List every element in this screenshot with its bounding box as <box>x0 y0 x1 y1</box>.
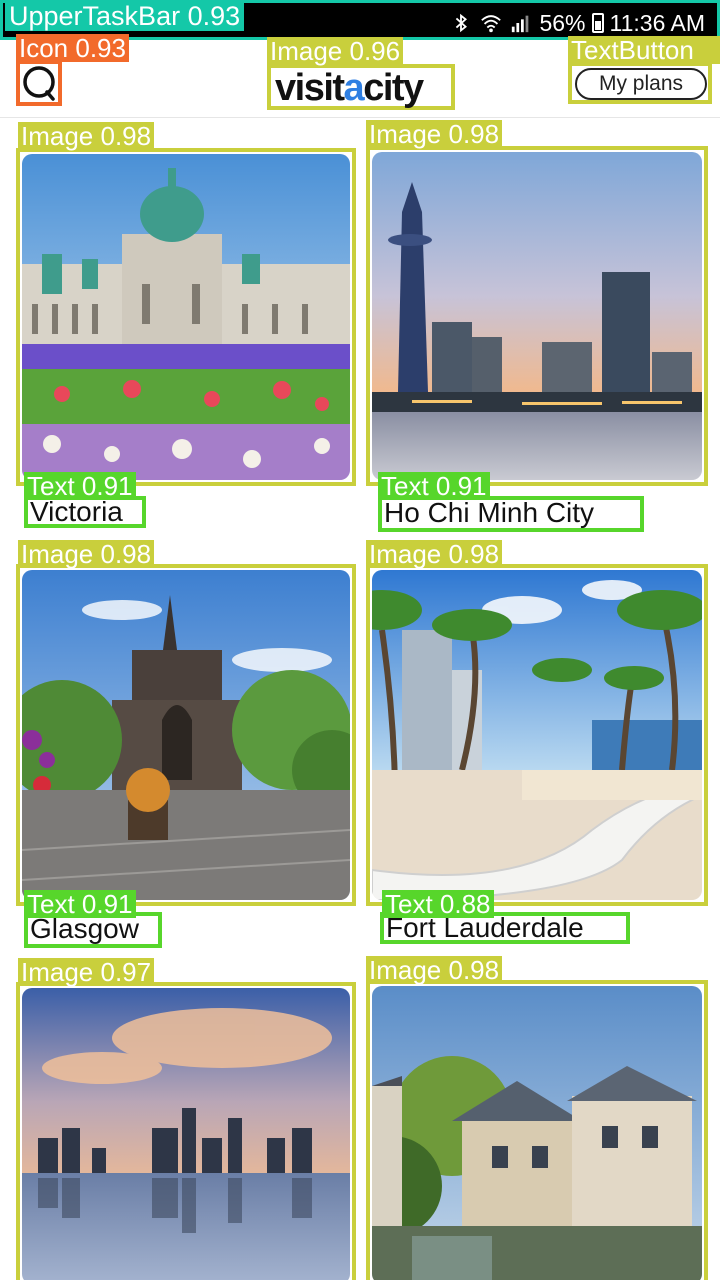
image-detection-label: Image 0.98 <box>18 540 155 568</box>
destination-image-ho-chi-minh-city <box>372 152 702 480</box>
clock: 11:36 AM <box>609 9 705 36</box>
destination-image-skyline <box>22 988 350 1280</box>
destination-image-fort-lauderdale <box>372 570 702 900</box>
battery-icon <box>591 13 604 33</box>
image-detection-label: Image 0.98 <box>18 122 155 150</box>
destination-image-glasgow <box>22 570 350 900</box>
text-detection-label: Text 0.91 <box>24 472 136 500</box>
image-detection-label: Image 0.98 <box>366 956 503 984</box>
destination-name[interactable]: Victoria <box>28 497 125 527</box>
status-bar-detection-label: UpperTaskBar 0.93 <box>5 1 245 31</box>
destination-card-skyline[interactable] <box>16 982 356 1280</box>
destination-name[interactable]: Ho Chi Minh City <box>382 498 596 528</box>
my-plans-button[interactable]: My plans <box>575 68 707 100</box>
logo[interactable]: visitacity <box>267 64 455 110</box>
search-icon <box>23 66 55 101</box>
image-detection-label: Image 0.98 <box>366 120 503 148</box>
signal-icon <box>512 15 529 33</box>
battery-percent: 56% <box>539 9 586 36</box>
destination-card-glasgow[interactable] <box>16 564 356 906</box>
search-button[interactable] <box>16 60 62 106</box>
text-detection-label: Text 0.91 <box>24 890 136 918</box>
my-plans-frame: My plans <box>568 62 712 104</box>
search-detection-label: Icon 0.93 <box>16 34 129 62</box>
bluetooth-icon <box>456 13 468 33</box>
destination-card-victoria[interactable] <box>16 148 356 486</box>
destination-image-village <box>372 986 702 1280</box>
wifi-icon <box>481 15 502 33</box>
destination-image-victoria <box>22 154 350 480</box>
logo-detection-label: Image 0.96 <box>267 37 404 65</box>
text-detection-label: Text 0.91 <box>378 472 490 500</box>
image-detection-label: Image 0.98 <box>366 540 503 568</box>
destination-card-fort-lauderdale[interactable] <box>366 564 708 906</box>
logo-wordmark: visitacity <box>275 67 424 109</box>
app-header: Icon 0.93 visitacity Image 0.96 My plans… <box>0 34 720 118</box>
plans-detection-label: TextButton <box>568 36 720 64</box>
destination-card-ho-chi-minh-city[interactable] <box>366 146 708 486</box>
status-icons: 56% 11:36 AM <box>449 8 705 38</box>
destination-card-village[interactable] <box>366 980 708 1280</box>
text-detection-label: Text 0.88 <box>382 890 494 918</box>
image-detection-label: Image 0.97 <box>18 958 155 986</box>
